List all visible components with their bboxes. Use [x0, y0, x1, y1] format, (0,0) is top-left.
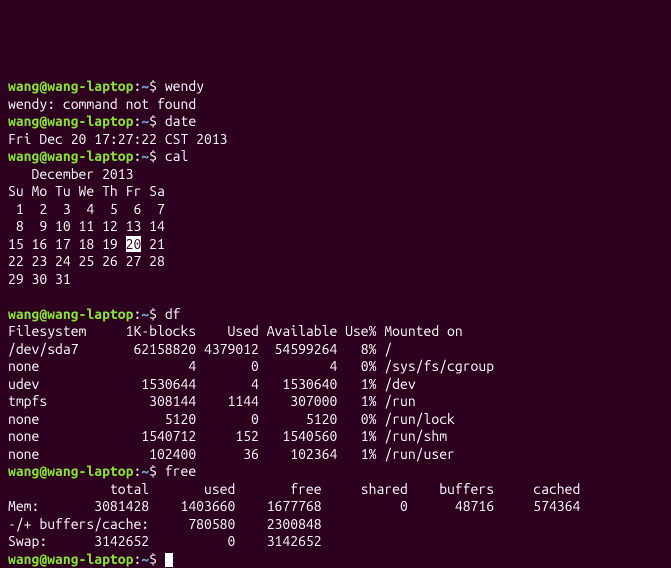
command-cal[interactable]: cal: [165, 148, 189, 164]
cal-week4: 22 23 24 25 26 27 28: [8, 253, 165, 269]
prompt-path: ~: [141, 551, 149, 567]
cal-week3: 15 16 17 18 19 20 21: [8, 236, 165, 252]
prompt-path: ~: [141, 306, 149, 322]
prompt-path: ~: [141, 148, 149, 164]
cal-week1: 1 2 3 4 5 6 7: [8, 201, 165, 217]
prompt-user-host: wang@wang-laptop: [8, 148, 133, 164]
cal-week5: 29 30 31: [8, 271, 71, 287]
prompt-line: wang@wang-laptop:~$ date: [8, 113, 196, 129]
df-row: /dev/sda7 62158820 4379012 54599264 8% /: [8, 341, 392, 357]
command-date[interactable]: date: [165, 113, 196, 129]
prompt-line: wang@wang-laptop:~$ cal: [8, 148, 188, 164]
df-row: udev 1530644 4 1530640 1% /dev: [8, 376, 416, 392]
command-wendy[interactable]: wendy: [165, 78, 204, 94]
command-df[interactable]: df: [165, 306, 181, 322]
prompt-path: ~: [141, 78, 149, 94]
prompt-sep2: $: [149, 463, 157, 479]
df-row: tmpfs 308144 1144 307000 1% /run: [8, 393, 416, 409]
output-line: wendy: command not found: [8, 96, 196, 112]
prompt-line: wang@wang-laptop:~$ wendy: [8, 78, 204, 94]
cal-dow: Su Mo Tu We Th Fr Sa: [8, 183, 165, 199]
cal-week2: 8 9 10 11 12 13 14: [8, 218, 165, 234]
prompt-sep2: $: [149, 306, 157, 322]
free-header: total used free shared buffers cached: [8, 481, 580, 497]
prompt-user-host: wang@wang-laptop: [8, 78, 133, 94]
df-row: none 4 0 4 0% /sys/fs/cgroup: [8, 358, 494, 374]
prompt-sep2: $: [149, 113, 157, 129]
cursor-icon[interactable]: [165, 553, 173, 567]
prompt-user-host: wang@wang-laptop: [8, 463, 133, 479]
df-row: none 1540712 152 1540560 1% /run/shm: [8, 428, 447, 444]
prompt-sep1: :: [133, 551, 141, 567]
df-row: none 102400 36 102364 1% /run/user: [8, 446, 455, 462]
output-line: Fri Dec 20 17:27:22 CST 2013: [8, 131, 228, 147]
df-row: none 5120 0 5120 0% /run/lock: [8, 411, 455, 427]
prompt-sep2: $: [149, 148, 157, 164]
free-row: Swap: 3142652 0 3142652: [8, 533, 322, 549]
prompt-sep2: $: [149, 78, 157, 94]
free-row: -/+ buffers/cache: 780580 2300848: [8, 516, 322, 532]
prompt-line: wang@wang-laptop:~$ df: [8, 306, 181, 322]
prompt-path: ~: [141, 113, 149, 129]
command-free[interactable]: free: [165, 463, 196, 479]
cal-header: December 2013: [8, 166, 133, 182]
df-header: Filesystem 1K-blocks Used Available Use%…: [8, 323, 463, 339]
prompt-path: ~: [141, 463, 149, 479]
prompt-user-host: wang@wang-laptop: [8, 551, 133, 567]
prompt-sep2: $: [149, 551, 157, 567]
prompt-line: wang@wang-laptop:~$: [8, 551, 173, 567]
prompt-user-host: wang@wang-laptop: [8, 113, 133, 129]
free-row: Mem: 3081428 1403660 1677768 0 48716 574…: [8, 498, 580, 514]
cal-today: 20: [126, 236, 142, 252]
prompt-line: wang@wang-laptop:~$ free: [8, 463, 196, 479]
prompt-user-host: wang@wang-laptop: [8, 306, 133, 322]
